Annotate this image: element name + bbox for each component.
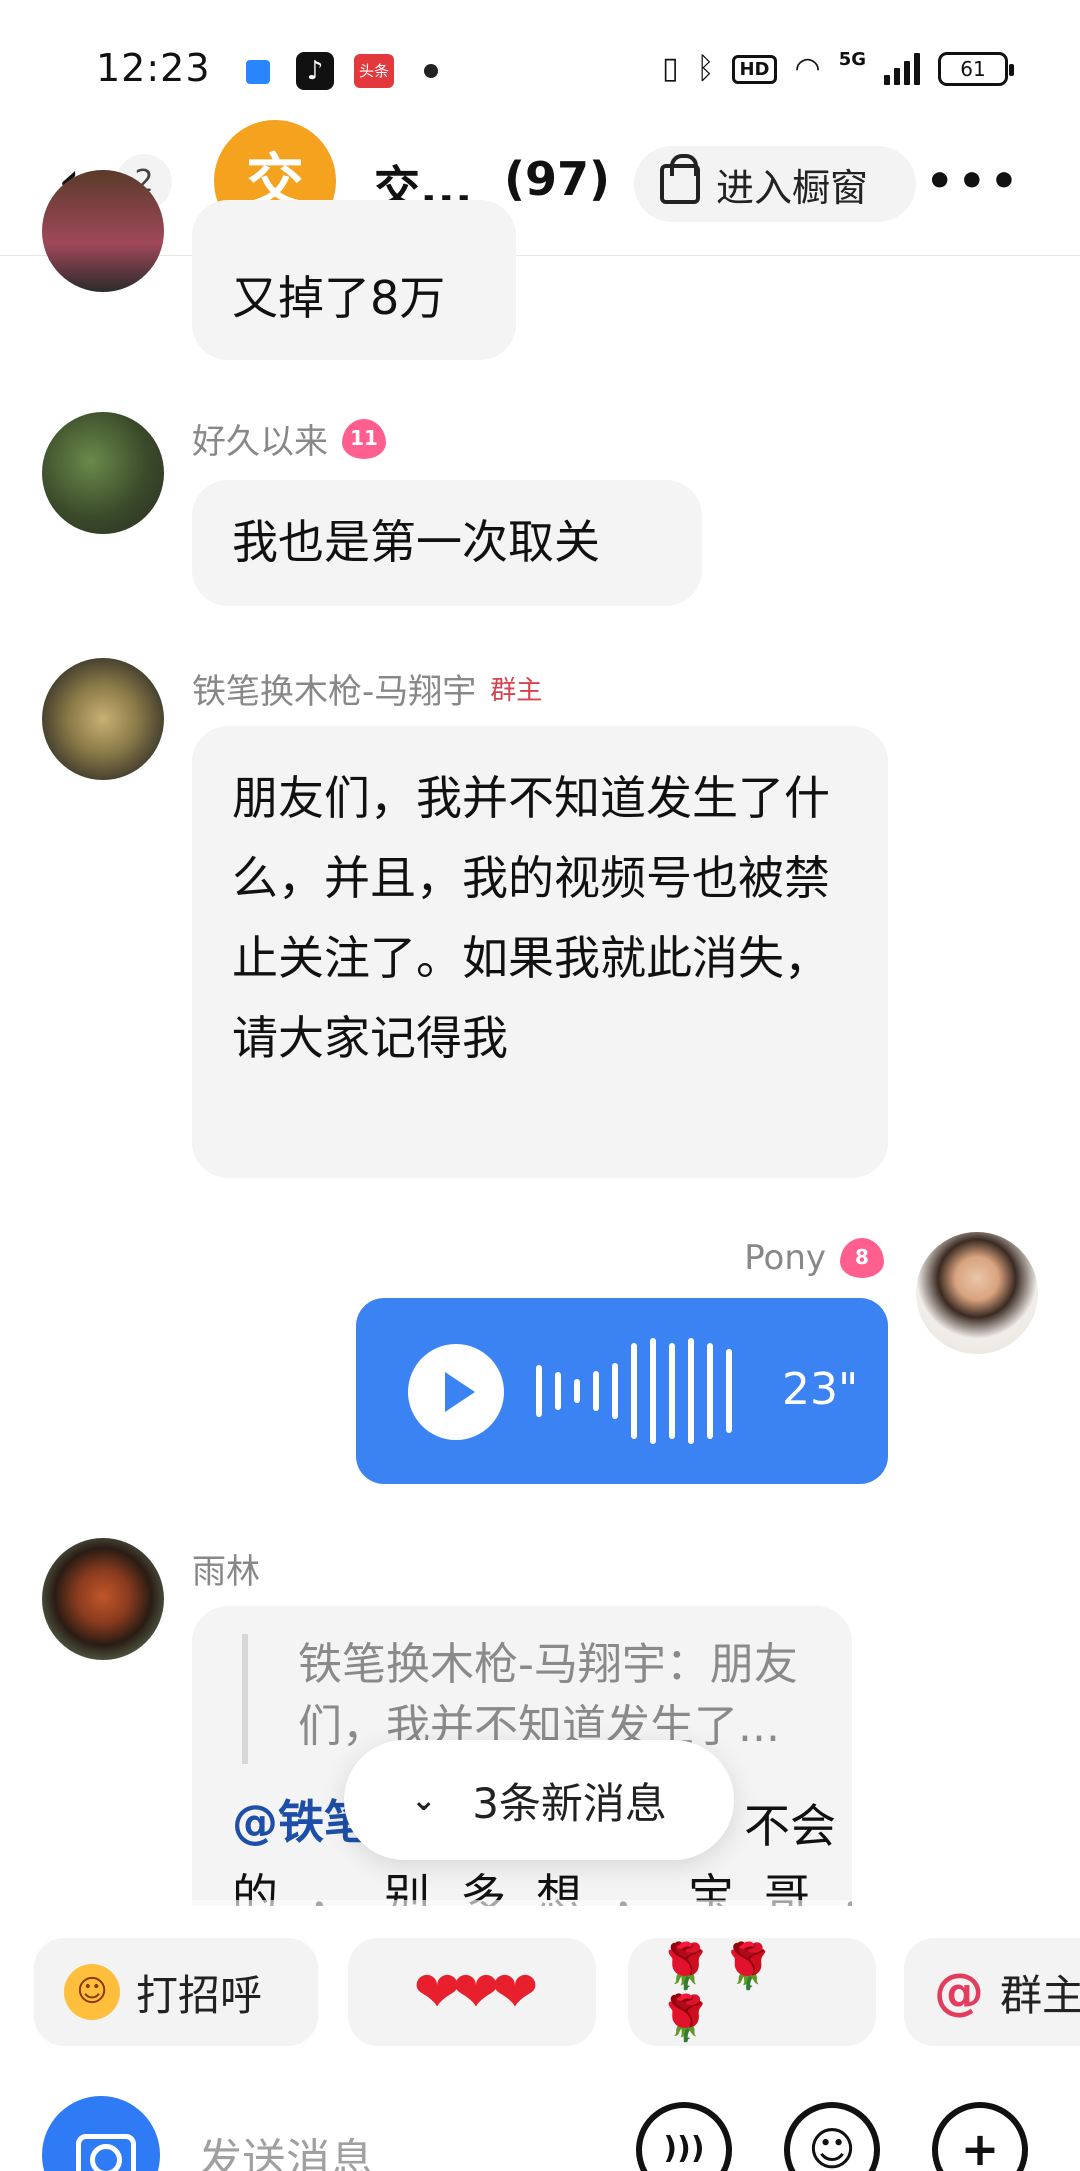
at-icon: @ — [934, 1963, 984, 2021]
avatar[interactable] — [42, 170, 164, 292]
battery-icon: 61 — [938, 52, 1014, 86]
quick-reply-label: 打招呼 — [136, 1970, 263, 2020]
message-text: 我也是第一次取关 — [232, 515, 600, 569]
member-count[interactable]: (97) — [504, 152, 610, 206]
chevron-down-icon: ⌄ — [411, 1782, 437, 1818]
sender-row: 好久以来 11 — [192, 414, 386, 463]
toutiao-icon: 头条 — [354, 54, 394, 88]
quick-reply-greet[interactable]: ☺ 打招呼 — [34, 1938, 318, 2046]
status-time: 12:23 — [96, 46, 211, 90]
sender-row: 铁笔换木枪-马翔宇 群主 — [192, 664, 542, 713]
wifi-icon: ◠ — [794, 51, 821, 86]
plus-icon[interactable]: + — [932, 2102, 1028, 2171]
more-notifications-dot-icon — [424, 64, 438, 78]
voice-duration: 23" — [782, 1364, 859, 1415]
camera-icon[interactable] — [42, 2096, 160, 2171]
more-options-icon[interactable]: ••• — [926, 160, 1022, 204]
network-type-label: 5G — [838, 48, 866, 70]
hearts-icon: ❤❤❤ — [413, 1959, 539, 2025]
message-bubble[interactable]: 朋友们，我并不知道发生了什么，并且，我的视频号也被禁止关注了。如果我就此消失，请… — [192, 726, 888, 1178]
message-bubble[interactable]: 又掉了8万 — [192, 200, 516, 360]
quick-reply-at-owner[interactable]: @ 群主 — [904, 1938, 1080, 2046]
message-bubble[interactable]: 我也是第一次取关 — [192, 480, 702, 606]
emoji-icon[interactable]: ☺ — [784, 2102, 880, 2171]
sender-name: 好久以来 — [192, 422, 328, 462]
chat-screen: 12:23 ♪ 头条 ▯ ᛒ HD ◠ 5G 61 ‹ 2 交 交... (97… — [0, 0, 1080, 2171]
owner-tag: 群主 — [490, 676, 543, 706]
avatar[interactable] — [916, 1232, 1038, 1354]
hd-icon: HD — [732, 54, 777, 84]
quick-reply-roses[interactable]: 🌹🌹🌹 — [628, 1938, 876, 2046]
enter-shop-button[interactable]: 进入橱窗 — [634, 146, 916, 222]
waveform-icon — [536, 1338, 732, 1444]
avatar[interactable] — [42, 412, 164, 534]
quick-reply-hearts[interactable]: ❤❤❤ — [348, 1938, 596, 2046]
signal-icon — [884, 53, 920, 85]
enter-shop-label: 进入橱窗 — [716, 165, 869, 210]
notification-icon — [246, 60, 270, 84]
tiktok-icon: ♪ — [296, 52, 334, 90]
avatar[interactable] — [42, 1538, 164, 1660]
voice-input-icon[interactable]: ))) — [636, 2102, 732, 2171]
roses-icon: 🌹🌹🌹 — [658, 1941, 784, 2044]
quick-reply-label: 群主 — [1000, 1970, 1080, 2020]
greet-emoji-icon: ☺ — [64, 1964, 120, 2020]
new-messages-button[interactable]: ⌄ 3条新消息 — [344, 1740, 734, 1860]
message-input-bar: 发送消息 ))) ☺ + — [0, 2080, 1080, 2171]
new-messages-label: 3条新消息 — [472, 1778, 667, 1828]
level-heart-icon: 11 — [342, 418, 386, 459]
quick-reply-bar: ☺ 打招呼 ❤❤❤ 🌹🌹🌹 @ 群主 — [0, 1900, 1080, 2080]
sender-row: 雨林 — [192, 1544, 260, 1593]
message-text: 不会 — [744, 1799, 836, 1853]
message-input[interactable]: 发送消息 — [198, 2124, 374, 2171]
vibrate-icon: ▯ — [661, 51, 679, 86]
sender-name: 雨林 — [192, 1552, 260, 1592]
message-text: 又掉了8万 — [232, 271, 446, 325]
sender-name: 铁笔换木枪-马翔宇 — [192, 672, 477, 712]
sender-name: Pony — [744, 1238, 826, 1278]
status-indicators: ▯ ᛒ HD ◠ 5G 61 — [661, 44, 1014, 94]
voice-message[interactable]: 23" — [356, 1298, 888, 1484]
shopping-bag-icon — [660, 154, 700, 204]
avatar[interactable] — [42, 658, 164, 780]
sender-row: Pony 8 — [744, 1238, 884, 1278]
level-heart-icon: 8 — [840, 1238, 884, 1278]
message-text: 朋友们，我并不知道发生了什么，并且，我的视频号也被禁止关注了。如果我就此消失，请… — [232, 771, 830, 1065]
play-icon[interactable] — [408, 1344, 504, 1440]
bluetooth-icon: ᛒ — [696, 51, 715, 86]
